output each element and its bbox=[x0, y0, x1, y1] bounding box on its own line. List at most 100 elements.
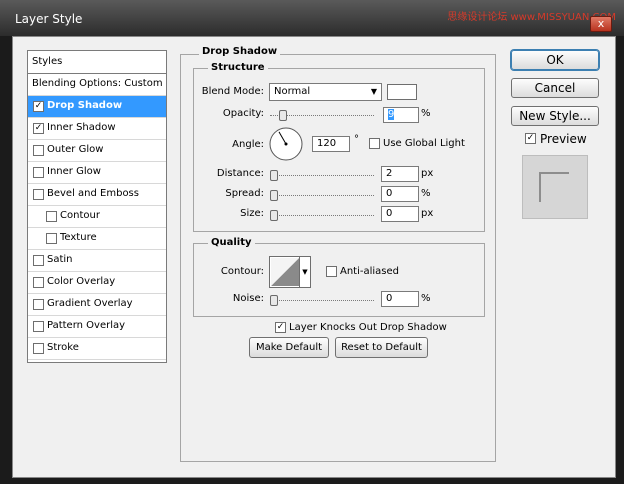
noise-slider-track[interactable] bbox=[270, 300, 374, 302]
noise-input[interactable]: 0 bbox=[381, 291, 419, 307]
style-item[interactable]: Gradient Overlay bbox=[28, 294, 166, 316]
spread-label: Spread: bbox=[225, 188, 264, 199]
size-label: Size: bbox=[240, 208, 264, 219]
spread-slider-track[interactable] bbox=[270, 195, 374, 197]
style-item-checkbox[interactable] bbox=[33, 145, 44, 156]
opacity-input[interactable]: 9 bbox=[383, 107, 419, 123]
style-item-checkbox[interactable] bbox=[33, 343, 44, 354]
style-item-label: Color Overlay bbox=[47, 276, 116, 287]
styles-list: Styles Blending Options: Custom ✓ Drop Sha… bbox=[27, 50, 167, 363]
shadow-color-swatch[interactable] bbox=[387, 84, 417, 100]
styles-header[interactable]: Styles bbox=[28, 51, 166, 74]
style-item[interactable]: Outer Glow bbox=[28, 140, 166, 162]
style-item-label: Satin bbox=[47, 254, 73, 265]
cancel-button[interactable]: Cancel bbox=[511, 78, 599, 98]
angle-dial-graphic bbox=[269, 127, 303, 161]
preview-thumbnail bbox=[522, 155, 588, 219]
style-item[interactable]: Satin bbox=[28, 250, 166, 272]
style-item-checkbox[interactable] bbox=[46, 211, 57, 222]
quality-title: Quality bbox=[208, 237, 255, 248]
opacity-slider-thumb[interactable] bbox=[279, 110, 287, 121]
spread-value: 0 bbox=[386, 188, 393, 199]
style-item-checkbox[interactable] bbox=[46, 233, 57, 244]
style-item-checkbox[interactable] bbox=[33, 299, 44, 310]
style-item[interactable]: Inner Glow bbox=[28, 162, 166, 184]
blend-mode-label: Blend Mode: bbox=[201, 86, 264, 97]
use-global-light-label: Use Global Light bbox=[383, 138, 465, 149]
style-item[interactable]: Pattern Overlay bbox=[28, 316, 166, 338]
style-item[interactable]: ✓ Inner Shadow bbox=[28, 118, 166, 140]
preview-checkbox[interactable]: ✓ bbox=[525, 133, 536, 144]
window-title: Layer Style bbox=[15, 12, 83, 26]
size-value: 0 bbox=[386, 208, 393, 219]
distance-value: 2 bbox=[386, 168, 393, 179]
style-item-label: Stroke bbox=[47, 342, 79, 353]
style-item[interactable]: Color Overlay bbox=[28, 272, 166, 294]
style-item-label: Blending Options: Custom bbox=[32, 78, 163, 89]
style-item-checkbox[interactable]: ✓ bbox=[33, 101, 44, 112]
style-item-checkbox[interactable] bbox=[33, 321, 44, 332]
spread-slider-thumb[interactable] bbox=[270, 190, 278, 201]
spread-input[interactable]: 0 bbox=[381, 186, 419, 202]
noise-slider-thumb[interactable] bbox=[270, 295, 278, 306]
spread-unit: % bbox=[421, 188, 431, 199]
opacity-label: Opacity: bbox=[222, 108, 264, 119]
preview-shape bbox=[539, 172, 569, 202]
style-item-checkbox[interactable] bbox=[33, 189, 44, 200]
distance-unit: px bbox=[421, 168, 434, 179]
drop-shadow-title: Drop Shadow bbox=[199, 46, 281, 57]
distance-input[interactable]: 2 bbox=[381, 166, 419, 182]
reset-to-default-button[interactable]: Reset to Default bbox=[335, 337, 428, 358]
size-unit: px bbox=[421, 208, 434, 219]
size-input[interactable]: 0 bbox=[381, 206, 419, 222]
style-item-label: Outer Glow bbox=[47, 144, 104, 155]
close-button[interactable]: x bbox=[590, 16, 612, 32]
noise-unit: % bbox=[421, 293, 431, 304]
angle-dial[interactable] bbox=[269, 127, 303, 161]
style-item[interactable]: Blending Options: Custom bbox=[28, 74, 166, 96]
structure-title: Structure bbox=[208, 62, 268, 73]
blend-mode-select[interactable]: Normal ▼ bbox=[269, 83, 382, 101]
noise-label: Noise: bbox=[232, 293, 264, 304]
style-item-checkbox[interactable]: ✓ bbox=[33, 123, 44, 134]
styles-header-label: Styles bbox=[32, 56, 63, 67]
opacity-value: 9 bbox=[388, 109, 395, 120]
style-item-label: Texture bbox=[60, 232, 97, 243]
contour-picker[interactable]: ▼ bbox=[269, 256, 311, 288]
layer-knocks-out-label: Layer Knocks Out Drop Shadow bbox=[289, 322, 447, 333]
preview-label: Preview bbox=[540, 132, 587, 146]
new-style-button[interactable]: New Style... bbox=[511, 106, 599, 126]
distance-slider-thumb[interactable] bbox=[270, 170, 278, 181]
contour-dropdown-arrow[interactable]: ▼ bbox=[299, 257, 310, 287]
style-item-label: Inner Shadow bbox=[47, 122, 116, 133]
size-slider-thumb[interactable] bbox=[270, 210, 278, 221]
layer-knocks-out-checkbox[interactable]: ✓ bbox=[275, 322, 286, 333]
contour-linear-icon bbox=[271, 258, 299, 286]
make-default-button[interactable]: Make Default bbox=[249, 337, 329, 358]
style-item[interactable]: Texture bbox=[28, 228, 166, 250]
style-item[interactable]: Stroke bbox=[28, 338, 166, 360]
distance-slider-track[interactable] bbox=[270, 175, 374, 177]
style-item-label: Gradient Overlay bbox=[47, 298, 133, 309]
angle-input[interactable]: 120 bbox=[312, 136, 350, 152]
anti-aliased-checkbox[interactable] bbox=[326, 266, 337, 277]
style-item-label: Contour bbox=[60, 210, 100, 221]
style-item[interactable]: Bevel and Emboss bbox=[28, 184, 166, 206]
style-item-checkbox[interactable] bbox=[33, 277, 44, 288]
ok-button[interactable]: OK bbox=[511, 50, 599, 70]
quality-group bbox=[193, 243, 485, 317]
style-item-label: Drop Shadow bbox=[47, 100, 123, 111]
anti-aliased-label: Anti-aliased bbox=[340, 266, 400, 277]
angle-label: Angle: bbox=[232, 139, 264, 150]
chevron-down-icon: ▼ bbox=[370, 87, 377, 96]
style-item-checkbox[interactable] bbox=[33, 255, 44, 266]
noise-value: 0 bbox=[386, 293, 393, 304]
style-item[interactable]: ✓ Drop Shadow bbox=[28, 96, 166, 118]
style-item-checkbox[interactable] bbox=[33, 167, 44, 178]
blend-mode-value: Normal bbox=[274, 86, 311, 97]
contour-label: Contour: bbox=[220, 266, 264, 277]
size-slider-track[interactable] bbox=[270, 215, 374, 217]
style-item[interactable]: Contour bbox=[28, 206, 166, 228]
use-global-light-checkbox[interactable] bbox=[369, 138, 380, 149]
angle-value: 120 bbox=[317, 138, 337, 149]
